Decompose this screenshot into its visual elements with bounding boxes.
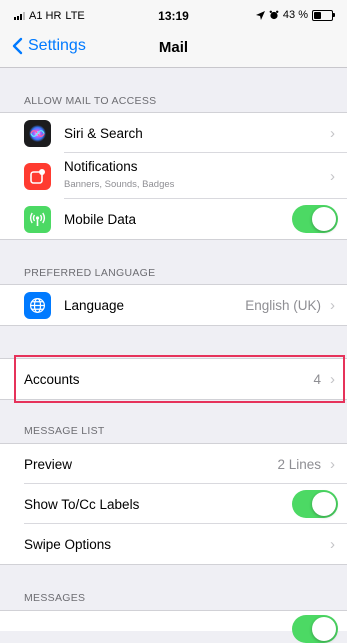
accounts-group: Accounts 4 ›: [0, 358, 347, 400]
language-label: Language: [64, 297, 125, 313]
section-header-message-list: MESSAGE LIST: [24, 425, 105, 437]
accounts-count: 4: [313, 371, 321, 387]
notifications-row[interactable]: Notifications Banners, Sounds, Badges ›: [0, 153, 347, 199]
chevron-right-icon: ›: [330, 535, 335, 553]
toggle-knob: [312, 617, 336, 641]
section-header-messages: MESSAGES: [24, 592, 86, 604]
show-to-cc-toggle[interactable]: [292, 490, 338, 518]
toggle-knob: [312, 492, 336, 516]
allow-access-group: Siri & Search › Notifications Banners, S…: [0, 112, 347, 240]
alarm-clock-icon: [269, 10, 279, 20]
accounts-row[interactable]: Accounts 4 ›: [0, 359, 347, 399]
notifications-sublabel: Banners, Sounds, Badges: [64, 179, 175, 190]
globe-icon: [24, 291, 51, 319]
messages-group: [0, 610, 347, 643]
section-header-allow-access: ALLOW MAIL TO ACCESS: [24, 95, 157, 107]
preview-value: 2 Lines: [277, 456, 321, 472]
chevron-right-icon: ›: [330, 124, 335, 142]
status-right: 43 %: [255, 9, 335, 21]
location-arrow-icon: [255, 10, 265, 20]
chevron-right-icon: ›: [330, 296, 335, 314]
battery-percent: 43 %: [282, 9, 308, 21]
swipe-options-row[interactable]: Swipe Options ›: [0, 524, 347, 564]
toggle-knob: [312, 207, 336, 231]
chevron-right-icon: ›: [330, 167, 335, 185]
siri-icon: [24, 119, 51, 147]
show-to-cc-row: Show To/Cc Labels: [0, 484, 347, 524]
page-title: Mail: [158, 39, 189, 56]
messages-toggle[interactable]: [292, 615, 338, 643]
mobile-data-label: Mobile Data: [64, 211, 137, 227]
language-value: English (UK): [245, 297, 321, 313]
swipe-options-label: Swipe Options: [24, 536, 112, 552]
battery-icon: [312, 9, 335, 21]
accounts-label: Accounts: [24, 371, 80, 387]
message-list-group: Preview 2 Lines › Show To/Cc Labels Swip…: [0, 443, 347, 565]
language-row[interactable]: Language English (UK) ›: [0, 285, 347, 325]
notifications-label: Notifications: [64, 159, 138, 174]
section-header-preferred-language: PREFERRED LANGUAGE: [24, 267, 156, 279]
siri-search-label: Siri & Search: [64, 125, 143, 141]
status-bar: A1 HR LTE 13:19 43 %: [0, 0, 347, 30]
mobile-data-toggle[interactable]: [292, 205, 338, 233]
preview-row[interactable]: Preview 2 Lines ›: [0, 444, 347, 484]
notifications-icon: [24, 162, 51, 190]
chevron-right-icon: ›: [330, 370, 335, 388]
show-to-cc-label: Show To/Cc Labels: [24, 496, 140, 512]
siri-search-row[interactable]: Siri & Search ›: [0, 113, 347, 153]
preview-label: Preview: [24, 456, 73, 472]
navigation-bar: Settings Mail: [0, 30, 347, 68]
chevron-right-icon: ›: [330, 455, 335, 473]
preferred-language-group: Language English (UK) ›: [0, 284, 347, 326]
antenna-icon: [24, 205, 51, 233]
mobile-data-row: Mobile Data: [0, 199, 347, 239]
